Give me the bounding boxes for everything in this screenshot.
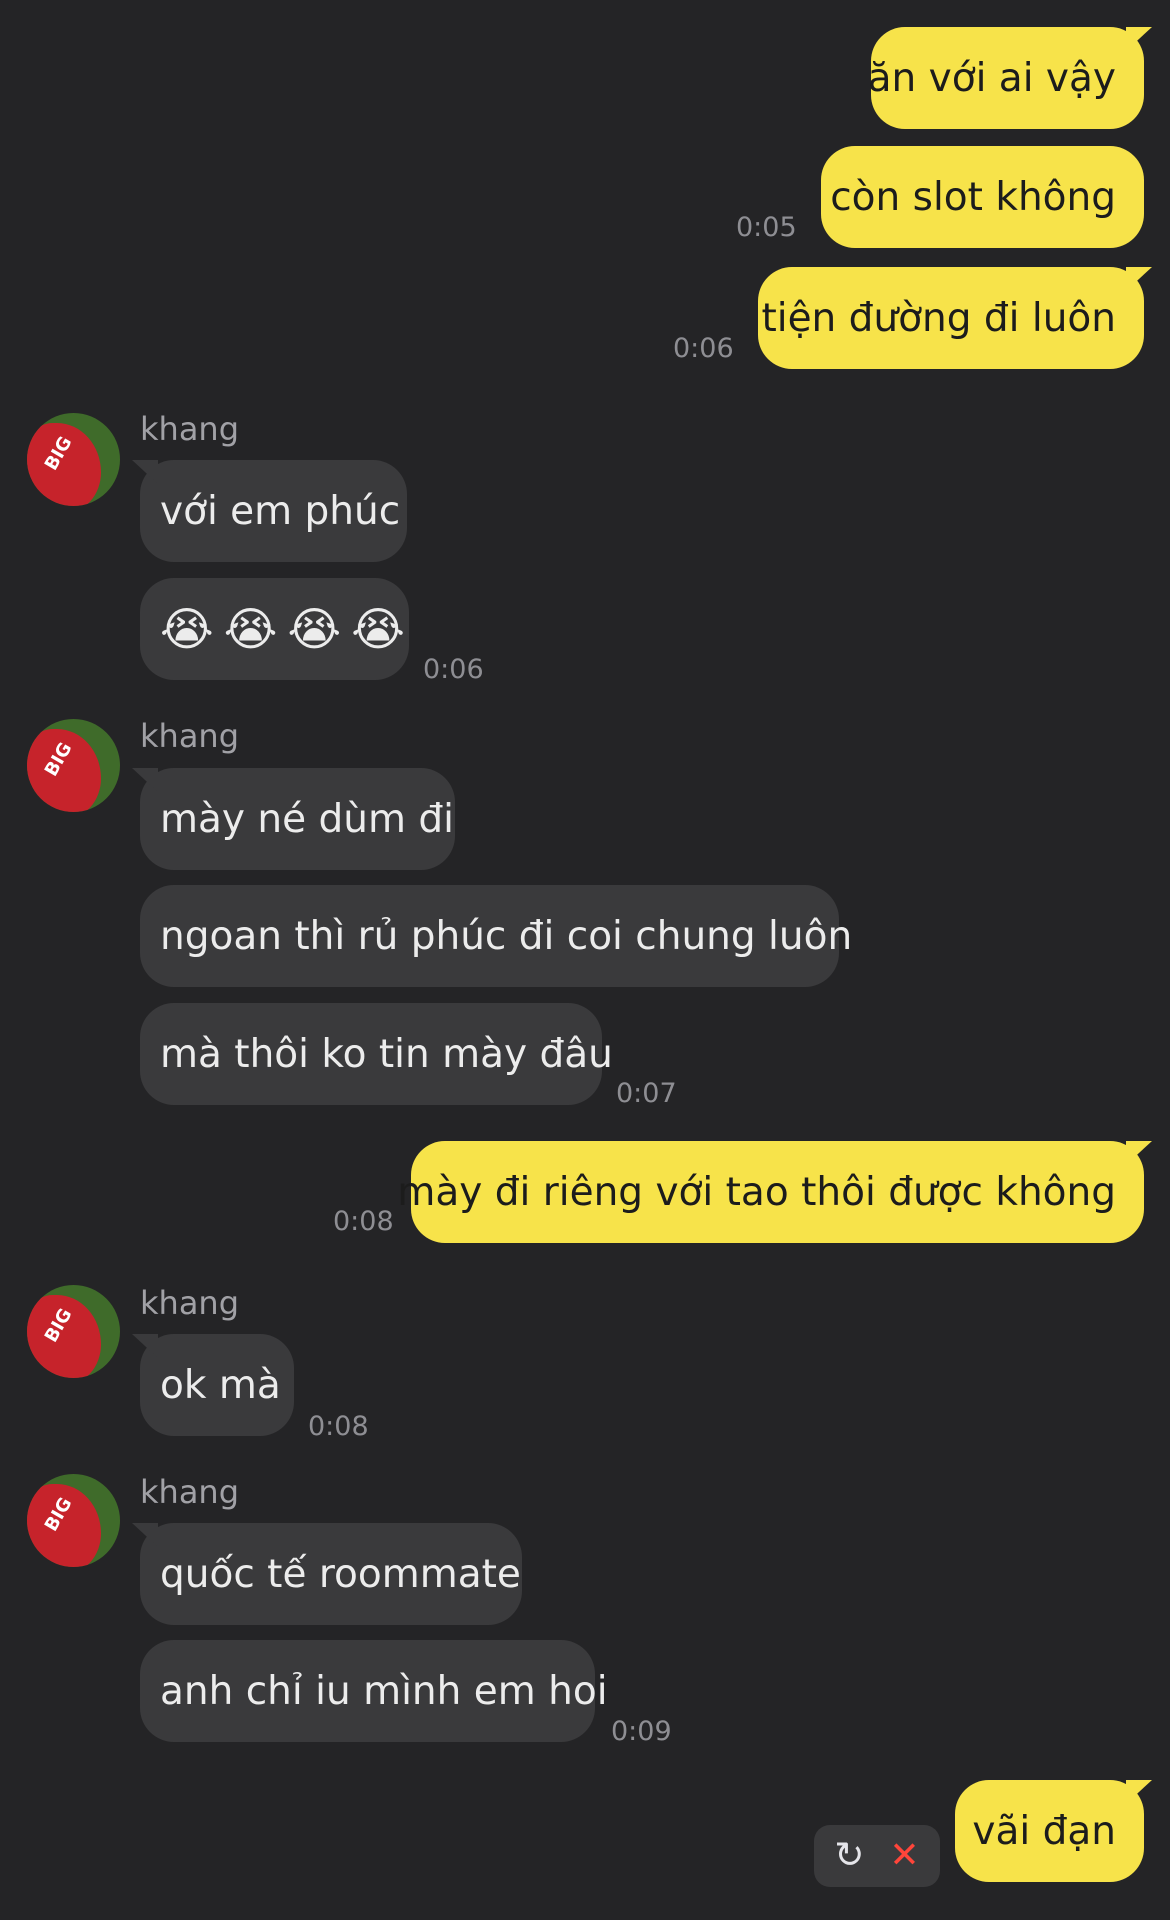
message-text: mày đi riêng với tao thôi được không bbox=[397, 1169, 1116, 1215]
avatar[interactable]: BIG bbox=[27, 1474, 120, 1567]
outgoing-message-bubble[interactable]: vãi đạn bbox=[955, 1780, 1144, 1882]
avatar[interactable]: BIG bbox=[27, 413, 120, 506]
message-timestamp: 0:08 bbox=[333, 1206, 394, 1237]
crying-emoji: 😭 bbox=[160, 602, 214, 656]
sender-name: khang bbox=[140, 410, 240, 448]
message-text: với em phúc bbox=[160, 488, 401, 534]
outgoing-message-bubble[interactable]: tiện đường đi luôn bbox=[758, 267, 1144, 369]
incoming-message-bubble[interactable]: quốc tế roommate bbox=[140, 1523, 522, 1625]
message-timestamp: 0:09 bbox=[611, 1716, 672, 1747]
message-timestamp: 0:06 bbox=[673, 333, 734, 364]
sender-name: khang bbox=[140, 1473, 240, 1511]
message-text: mà thôi ko tin mày đâu bbox=[160, 1031, 613, 1077]
incoming-message-bubble[interactable]: với em phúc bbox=[140, 460, 407, 562]
incoming-message-bubble[interactable]: anh chỉ iu mình em hoi bbox=[140, 1640, 608, 1742]
cancel-icon[interactable]: ✕ bbox=[889, 1838, 919, 1874]
message-text: vãi đạn bbox=[972, 1808, 1116, 1854]
message-text: mày né dùm đi bbox=[160, 796, 454, 842]
incoming-message-bubble[interactable]: mày né dùm đi bbox=[140, 768, 455, 870]
message-timestamp: 0:06 bbox=[423, 654, 484, 685]
message-text: quốc tế roommate bbox=[160, 1551, 521, 1597]
sender-name: khang bbox=[140, 717, 240, 755]
message-text: tiện đường đi luôn bbox=[761, 295, 1116, 341]
avatar[interactable]: BIG bbox=[27, 719, 120, 812]
retry-icon[interactable]: ↻ bbox=[834, 1838, 864, 1874]
message-text: anh chỉ iu mình em hoi bbox=[160, 1668, 608, 1714]
incoming-message-bubble[interactable]: 😭 😭 😭 😭 bbox=[140, 578, 409, 680]
avatar[interactable]: BIG bbox=[27, 1285, 120, 1378]
message-timestamp: 0:07 bbox=[616, 1078, 677, 1109]
outgoing-message-bubble[interactable]: ăn với ai vậy bbox=[867, 27, 1144, 129]
sender-name: khang bbox=[140, 1284, 240, 1322]
message-text: ngoan thì rủ phúc đi coi chung luôn bbox=[160, 913, 853, 959]
failed-message-actions: ↻ ✕ bbox=[814, 1825, 940, 1887]
crying-emoji: 😭 bbox=[223, 602, 278, 656]
message-text: ăn với ai vậy bbox=[867, 55, 1116, 101]
message-text: ok mà bbox=[160, 1362, 281, 1408]
outgoing-message-bubble[interactable]: mày đi riêng với tao thôi được không bbox=[397, 1141, 1144, 1243]
outgoing-message-bubble[interactable]: còn slot không bbox=[821, 146, 1144, 248]
message-timestamp: 0:08 bbox=[308, 1411, 369, 1442]
crying-emoji: 😭 bbox=[287, 602, 342, 656]
incoming-message-bubble[interactable]: ok mà bbox=[140, 1334, 294, 1436]
crying-emoji: 😭 bbox=[351, 602, 405, 656]
incoming-message-bubble[interactable]: mà thôi ko tin mày đâu bbox=[140, 1003, 613, 1105]
incoming-message-bubble[interactable]: ngoan thì rủ phúc đi coi chung luôn bbox=[140, 885, 852, 987]
message-timestamp: 0:05 bbox=[736, 212, 797, 243]
message-text: còn slot không bbox=[830, 174, 1116, 220]
